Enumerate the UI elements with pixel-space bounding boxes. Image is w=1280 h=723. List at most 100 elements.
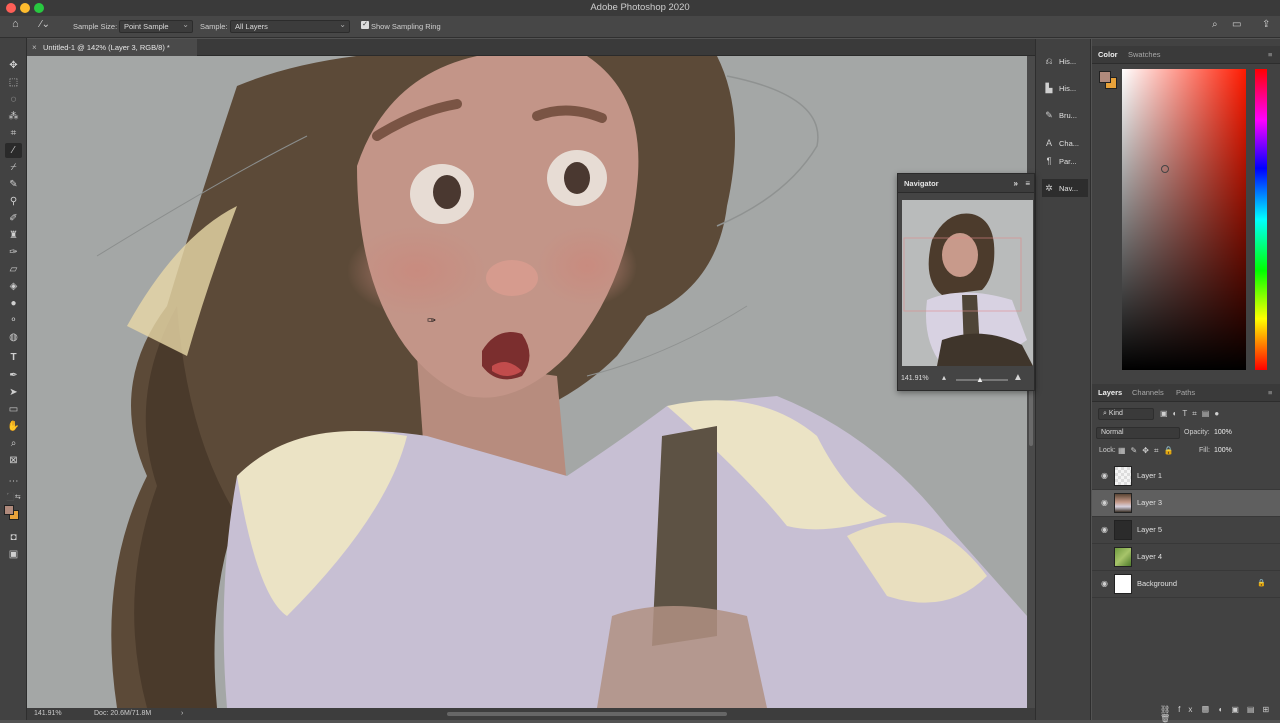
layer-visibility-eye-icon[interactable]: ◉ — [1099, 579, 1110, 589]
blend-mode-dropdown[interactable]: Normal — [1096, 427, 1180, 439]
close-window-button[interactable] — [6, 3, 16, 13]
layer-row-layer-1[interactable]: ◉ Layer 1 — [1092, 463, 1280, 490]
sample-size-dropdown[interactable]: Point Sample — [119, 19, 193, 33]
paragraph-icon: ¶ — [1046, 156, 1052, 166]
screen-mode-icon[interactable]: ▣ — [5, 547, 22, 562]
workspace-icon[interactable]: ▭ — [1232, 19, 1241, 30]
foreground-color-swatch[interactable] — [4, 505, 14, 515]
dock-histogram-button[interactable]: ▙ His... — [1042, 79, 1088, 97]
navigator-zoom-slider[interactable]: ▲ — [956, 375, 1008, 384]
fill-label: Fill: — [1199, 447, 1210, 454]
move-tool-icon[interactable]: ✥ — [5, 58, 22, 73]
fill-value[interactable]: 100% — [1214, 447, 1232, 454]
quick-mask-icon[interactable]: ◘ — [5, 530, 22, 545]
painting-artwork — [27, 56, 1027, 708]
dock-brush-button[interactable]: ✎ Bru... — [1042, 106, 1088, 124]
dock-history-button[interactable]: ⎌ His... — [1042, 52, 1088, 70]
layer-row-background[interactable]: ◉ Background 🔒 — [1092, 571, 1280, 598]
path-selection-tool-icon[interactable]: ➤ — [5, 385, 22, 400]
lock-options-icons[interactable]: ▦✎✥⌗🔒 — [1118, 446, 1178, 456]
document-tab[interactable]: × Untitled-1 @ 142% (Layer 3, RGB/8) * — [27, 39, 197, 56]
collapse-panel-icon[interactable]: » — [1014, 174, 1018, 193]
tab-channels[interactable]: Channels — [1132, 384, 1164, 402]
zoom-in-icon[interactable]: ▲ — [1013, 372, 1023, 383]
layer-filter-dropdown[interactable]: ⌕ Kind — [1098, 408, 1154, 420]
marquee-tool-icon[interactable]: ⬚ — [5, 75, 22, 90]
layer-visibility-eye-icon[interactable]: ◉ — [1099, 552, 1110, 562]
eyedropper-tool-preset-icon[interactable]: ⁄⌄ — [40, 19, 50, 30]
sample-dropdown[interactable]: All Layers — [230, 19, 350, 33]
layer-name: Background — [1137, 579, 1178, 588]
layer-visibility-eye-icon[interactable]: ◉ — [1099, 471, 1110, 481]
rotate-view-tool-icon[interactable]: ⊠ — [5, 453, 22, 468]
close-tab-icon[interactable]: × — [32, 39, 37, 56]
color-field[interactable] — [1122, 69, 1246, 370]
canvas[interactable]: ✑ — [27, 56, 1027, 708]
tab-swatches[interactable]: Swatches — [1128, 46, 1161, 64]
blur-tool-icon[interactable]: ● — [5, 296, 22, 311]
healing-brush-tool-icon[interactable]: ⌿ — [5, 160, 22, 175]
navigator-zoom-value[interactable]: 141.91% — [901, 375, 929, 382]
document-tab-title: Untitled-1 @ 142% (Layer 3, RGB/8) * — [43, 43, 170, 52]
panel-menu-icon[interactable]: ≡ — [1268, 46, 1272, 64]
paint-bucket-tool-icon[interactable]: ◈ — [5, 279, 22, 294]
zoom-tool-icon[interactable]: ⌕ — [5, 436, 22, 451]
layer-row-layer-4[interactable]: ◉ Layer 4 — [1092, 544, 1280, 571]
layer-visibility-eye-icon[interactable]: ◉ — [1099, 498, 1110, 508]
minimize-window-button[interactable] — [20, 3, 30, 13]
navigator-thumbnail[interactable] — [902, 200, 1033, 366]
lock-icon: 🔒 — [1257, 580, 1266, 587]
status-menu-arrow-icon[interactable]: › — [181, 708, 183, 720]
status-zoom[interactable]: 141.91% — [34, 708, 62, 720]
history-icon: ⎌ — [1045, 56, 1053, 66]
hand-tool-icon[interactable]: ✋ — [5, 419, 22, 434]
dock-paragraph-button[interactable]: ¶ Par... — [1042, 152, 1088, 170]
tab-layers[interactable]: Layers — [1098, 384, 1122, 402]
dock-character-button[interactable]: A Cha... — [1042, 134, 1088, 152]
panel-menu-icon[interactable]: ≡ — [1025, 174, 1030, 193]
layer-visibility-eye-icon[interactable]: ◉ — [1099, 525, 1110, 535]
brush-tool-icon[interactable]: ✎ — [5, 177, 22, 192]
layer-filter-icons[interactable]: ▣◐T⌗▤● — [1160, 409, 1224, 419]
eyedropper-tool-icon[interactable]: ⁄ — [5, 143, 22, 158]
mixer-brush-tool-icon[interactable]: ✑ — [5, 245, 22, 260]
navigator-zoom-slider-thumb[interactable]: ▲ — [976, 375, 984, 384]
dodge-tool-icon[interactable]: ⚬ — [5, 313, 22, 328]
maximize-window-button[interactable] — [34, 3, 44, 13]
more-tools-icon[interactable]: ⋯ — [5, 474, 22, 489]
options-bar: ⌂ ⁄⌄ Sample Size: Point Sample Sample: A… — [0, 16, 1280, 38]
stamp-tool-icon[interactable]: ♜ — [5, 228, 22, 243]
document-tab-bar: × Untitled-1 @ 142% (Layer 3, RGB/8) * — [27, 39, 1035, 56]
magic-wand-tool-icon[interactable]: ⁂ — [5, 109, 22, 124]
search-icon[interactable]: ⌕ — [1212, 19, 1218, 30]
histogram-icon: ▙ — [1045, 83, 1053, 93]
eraser-tool-icon[interactable]: ▱ — [5, 262, 22, 277]
layer-row-layer-5[interactable]: ◉ Layer 5 — [1092, 517, 1280, 544]
tab-color[interactable]: Color — [1098, 46, 1118, 64]
color-panel-foreground-swatch[interactable] — [1099, 71, 1111, 83]
lasso-tool-icon[interactable]: ◌ — [5, 92, 22, 107]
default-colors-icon[interactable]: ⬛⇆ — [5, 490, 22, 505]
tab-paths[interactable]: Paths — [1176, 384, 1195, 402]
pen-tool-icon[interactable]: ✒ — [5, 368, 22, 383]
navigator-preview-image — [902, 200, 1033, 366]
share-icon[interactable]: ⇪ — [1262, 19, 1270, 30]
panel-menu-icon[interactable]: ≡ — [1268, 384, 1272, 402]
color-picker-ring[interactable] — [1161, 165, 1169, 173]
home-icon[interactable]: ⌂ — [12, 19, 19, 30]
zoom-out-icon[interactable]: ▴ — [942, 373, 946, 382]
dock-navigator-button[interactable]: ✲ Nav... — [1042, 179, 1088, 197]
layers-panel-footer-icons[interactable]: ⛓fx◼◐▣▤⊞🗑 — [1160, 705, 1278, 723]
horizontal-scroll-thumb[interactable] — [447, 712, 727, 716]
type-tool-icon[interactable]: T — [5, 350, 22, 365]
history-brush-tool-icon[interactable]: ✐ — [5, 211, 22, 226]
show-sampling-ring-checkbox[interactable]: ✓ — [361, 21, 369, 29]
smudge-tool-icon[interactable]: ◍ — [5, 330, 22, 345]
right-panel-column: Color Swatches ≡ Layers Channels Paths ≡… — [1092, 39, 1280, 723]
layer-row-layer-3[interactable]: ◉ Layer 3 — [1092, 490, 1280, 517]
clone-stamp-tool-icon[interactable]: ⚲ — [5, 194, 22, 209]
rectangle-tool-icon[interactable]: ▭ — [5, 402, 22, 417]
hue-slider[interactable] — [1255, 69, 1267, 370]
crop-tool-icon[interactable]: ⌗ — [5, 126, 22, 141]
opacity-value[interactable]: 100% — [1214, 429, 1232, 436]
